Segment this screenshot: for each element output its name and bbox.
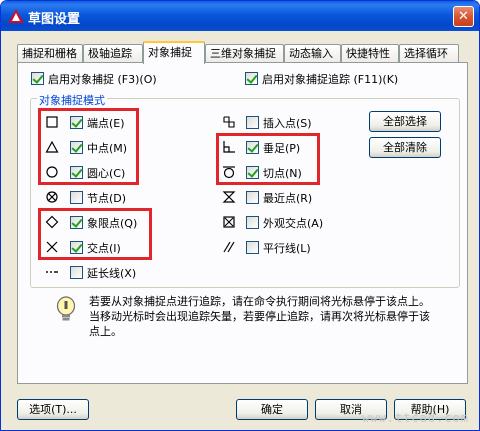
tracking-help-text: 若要从对象捕捉点进行追踪，请在命令执行期间将光标悬停于该点上。当移动光标时会出现… (89, 295, 430, 338)
drafting-settings-dialog: 草图设置 ✕ 捕捉和栅格 极轴追踪 对象捕捉 三维对象捕捉 动态输入 快捷特性 … (0, 0, 480, 431)
parallel-label: 平行线(L) (263, 242, 311, 255)
perpendicular-label: 垂足(P) (263, 142, 301, 155)
square-icon (46, 116, 58, 128)
perpendicular-icon (223, 141, 235, 153)
title-bar[interactable]: 草图设置 ✕ (1, 1, 479, 31)
extension-checkbox[interactable] (70, 266, 83, 279)
enable-snap-tracking-label: 启用对象捕捉追踪 (F11)(K) (262, 73, 399, 86)
close-button[interactable]: ✕ (453, 6, 474, 27)
tab-polar-tracking[interactable]: 极轴追踪 (83, 44, 143, 63)
window-title: 草图设置 (28, 12, 81, 27)
tangent-icon (223, 166, 235, 179)
extension-icon (46, 271, 58, 273)
extension-label: 延长线(X) (87, 267, 137, 280)
parallel-icon (223, 241, 235, 253)
enable-snap-tracking-checkbox[interactable] (245, 72, 258, 85)
center-checkbox[interactable] (70, 166, 83, 179)
tab-dynamic-input[interactable]: 动态输入 (284, 44, 341, 63)
parallel-checkbox[interactable] (246, 241, 259, 254)
select-all-button[interactable]: 全部选择 (369, 111, 441, 132)
apparent-intersection-icon (223, 216, 235, 228)
node-label: 节点(D) (87, 192, 127, 205)
diamond-icon (45, 215, 59, 229)
circle-icon (46, 166, 58, 178)
insert-icon (223, 116, 235, 128)
triangle-icon (45, 140, 59, 153)
enable-object-snap-label: 启用对象捕捉 (F3)(O) (48, 73, 157, 86)
node-checkbox[interactable] (70, 191, 83, 204)
insertion-checkbox[interactable] (246, 116, 259, 129)
quadrant-label: 象限点(Q) (87, 217, 138, 230)
intersection-checkbox[interactable] (70, 241, 83, 254)
autocad-app-icon (8, 9, 24, 23)
tab-selection-cycling[interactable]: 选择循环 (399, 44, 459, 63)
nearest-icon (222, 191, 236, 203)
nearest-checkbox[interactable] (246, 191, 259, 204)
quadrant-checkbox[interactable] (70, 216, 83, 229)
enable-object-snap-checkbox[interactable] (31, 72, 44, 85)
endpoint-checkbox[interactable] (70, 116, 83, 129)
insertion-label: 插入点(S) (263, 117, 312, 130)
tab-snap-and-grid[interactable]: 捕捉和栅格 (17, 44, 83, 63)
perpendicular-checkbox[interactable] (246, 141, 259, 154)
options-button[interactable]: 选项(T)... (17, 399, 89, 420)
tab-quick-properties[interactable]: 快捷特性 (341, 44, 399, 63)
tab-strip: 捕捉和栅格 极轴追踪 对象捕捉 三维对象捕捉 动态输入 快捷特性 选择循环 (17, 41, 467, 64)
tab-3d-object-snap[interactable]: 三维对象捕捉 (205, 44, 284, 63)
intersection-label: 交点(I) (87, 242, 121, 255)
ok-button[interactable]: 确定 (236, 399, 308, 420)
tangent-label: 切点(N) (263, 167, 302, 180)
site-watermark: www.ttcad.com (362, 411, 469, 425)
snap-modes-title: 对象捕捉模式 (37, 92, 107, 108)
nearest-label: 最近点(R) (263, 192, 313, 205)
node-icon (46, 191, 58, 203)
tab-object-snap[interactable]: 对象捕捉 (143, 41, 205, 64)
tangent-checkbox[interactable] (246, 166, 259, 179)
endpoint-label: 端点(E) (87, 117, 125, 130)
center-label: 圆心(C) (87, 167, 126, 180)
cross-icon (46, 241, 58, 253)
apparent-intersection-label: 外观交点(A) (263, 217, 324, 230)
clear-all-button[interactable]: 全部清除 (369, 137, 441, 158)
apparent-intersection-checkbox[interactable] (246, 216, 259, 229)
lightbulb-icon (56, 296, 76, 321)
midpoint-checkbox[interactable] (70, 141, 83, 154)
midpoint-label: 中点(M) (87, 142, 128, 155)
